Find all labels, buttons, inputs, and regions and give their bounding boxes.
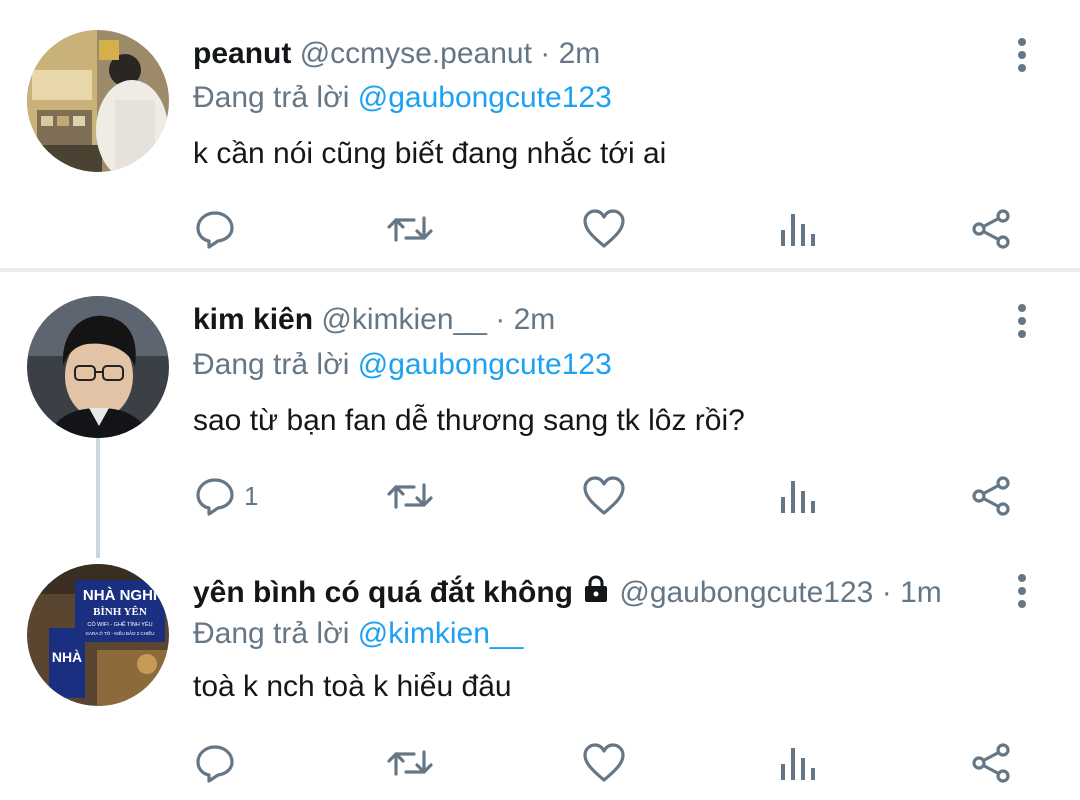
- timestamp[interactable]: 1m: [900, 576, 942, 609]
- retweet-icon: [387, 750, 433, 776]
- avatar-peanut[interactable]: [27, 30, 169, 172]
- reply-count: 1: [244, 480, 259, 511]
- tweet-header: kim kiên @kimkien__ · 2m: [193, 302, 555, 338]
- reply-button[interactable]: [194, 738, 244, 788]
- more-button[interactable]: [1008, 572, 1036, 612]
- share-icon: [972, 476, 1010, 516]
- replying-prefix: Đang trả lời: [193, 617, 350, 650]
- reply-icon: [196, 478, 234, 516]
- share-button[interactable]: [970, 471, 1012, 521]
- share-icon: [972, 743, 1010, 783]
- protected-account-indicator: [581, 574, 611, 613]
- replying-mention[interactable]: @gaubongcute123: [358, 81, 612, 114]
- avatar-sign-line-3: CÓ WIFI - GHẾ TÌNH YÊU: [87, 620, 152, 628]
- reply-icon: [196, 745, 234, 783]
- action-bar: [0, 204, 1080, 254]
- analytics-icon: [781, 748, 815, 780]
- avatar-image: NHÀ NGHỈ BÌNH YÊN CÓ WIFI - GHẾ TÌNH YÊU…: [27, 564, 169, 706]
- like-button[interactable]: [582, 738, 626, 788]
- display-name[interactable]: yên bình có quá đắt không: [193, 576, 573, 609]
- display-name[interactable]: peanut: [193, 37, 291, 70]
- analytics-button[interactable]: [778, 471, 818, 521]
- avatar-image: [27, 296, 169, 438]
- replying-mention[interactable]: @kimkien__: [358, 617, 524, 650]
- avatar-side-sign: NHÀ: [52, 649, 82, 665]
- replying-to: Đang trả lời @gaubongcute123: [193, 347, 612, 383]
- avatar-kim-kien[interactable]: [27, 296, 169, 438]
- avatar-sign-line-1: NHÀ NGHỈ: [83, 587, 157, 604]
- share-button[interactable]: [970, 738, 1012, 788]
- retweet-button[interactable]: [386, 738, 434, 788]
- more-vertical-icon: [1018, 304, 1026, 338]
- timestamp[interactable]: 2m: [514, 303, 556, 336]
- more-vertical-icon: [1018, 574, 1026, 608]
- action-bar: 1: [0, 471, 1080, 521]
- reply-icon: [196, 211, 234, 249]
- user-handle[interactable]: @kimkien__: [321, 303, 487, 336]
- display-name[interactable]: kim kiên: [193, 303, 313, 336]
- replying-prefix: Đang trả lời: [193, 81, 350, 114]
- thread-connector-line: [96, 438, 100, 558]
- like-button[interactable]: [582, 204, 626, 254]
- user-handle[interactable]: @ccmyse.peanut: [300, 37, 532, 70]
- separator: ·: [540, 37, 551, 70]
- replying-to: Đang trả lời @kimkien__: [193, 616, 523, 652]
- retweet-button[interactable]: [386, 204, 434, 254]
- more-vertical-icon: [1018, 38, 1026, 72]
- reply-button[interactable]: [194, 204, 244, 254]
- more-button[interactable]: [1008, 302, 1036, 342]
- user-handle[interactable]: @gaubongcute123: [619, 576, 873, 609]
- more-button[interactable]: [1008, 36, 1036, 76]
- lock-icon: [585, 575, 608, 602]
- retweet-button[interactable]: [386, 471, 434, 521]
- tweet-header: yên bình có quá đắt không @gaubongcute12…: [193, 574, 942, 613]
- avatar-sign-line-4: GARA Ô TÔ - KIẾU BẢO 2 CHIỀU: [86, 630, 155, 636]
- tweet-3[interactable]: NHÀ NGHỈ BÌNH YÊN CÓ WIFI - GHẾ TÌNH YÊU…: [0, 556, 1080, 800]
- separator: ·: [495, 303, 506, 336]
- replying-mention[interactable]: @gaubongcute123: [358, 348, 612, 381]
- heart-icon: [583, 476, 625, 515]
- tweet-text: k cần nói cũng biết đang nhắc tới ai: [193, 137, 667, 170]
- heart-icon: [583, 743, 625, 782]
- tweet-2[interactable]: kim kiên @kimkien__ · 2m Đang trả lời @g…: [0, 272, 1080, 556]
- timestamp[interactable]: 2m: [559, 37, 601, 70]
- analytics-button[interactable]: [778, 204, 818, 254]
- share-icon: [972, 209, 1010, 249]
- retweet-icon: [387, 483, 433, 509]
- tweet-1[interactable]: peanut @ccmyse.peanut · 2m Đang trả lời …: [0, 0, 1080, 268]
- replying-to: Đang trả lời @gaubongcute123: [193, 80, 612, 116]
- action-bar: [0, 738, 1080, 788]
- retweet-icon: [387, 216, 433, 242]
- avatar-yen-binh[interactable]: NHÀ NGHỈ BÌNH YÊN CÓ WIFI - GHẾ TÌNH YÊU…: [27, 564, 169, 706]
- reply-button[interactable]: 1: [194, 471, 258, 521]
- heart-icon: [583, 209, 625, 248]
- avatar-sign-line-2: BÌNH YÊN: [93, 606, 147, 618]
- tweet-text: sao từ bạn fan dễ thương sang tk lôz rồi…: [193, 404, 745, 437]
- share-button[interactable]: [970, 204, 1012, 254]
- analytics-icon: [781, 214, 815, 246]
- separator: ·: [881, 576, 892, 609]
- replying-prefix: Đang trả lời: [193, 348, 350, 381]
- analytics-icon: [781, 481, 815, 513]
- like-button[interactable]: [582, 471, 626, 521]
- tweet-header: peanut @ccmyse.peanut · 2m: [193, 36, 600, 72]
- avatar-image: [27, 30, 169, 172]
- analytics-button[interactable]: [778, 738, 818, 788]
- tweet-text: toà k nch toà k hiểu đâu: [193, 670, 512, 703]
